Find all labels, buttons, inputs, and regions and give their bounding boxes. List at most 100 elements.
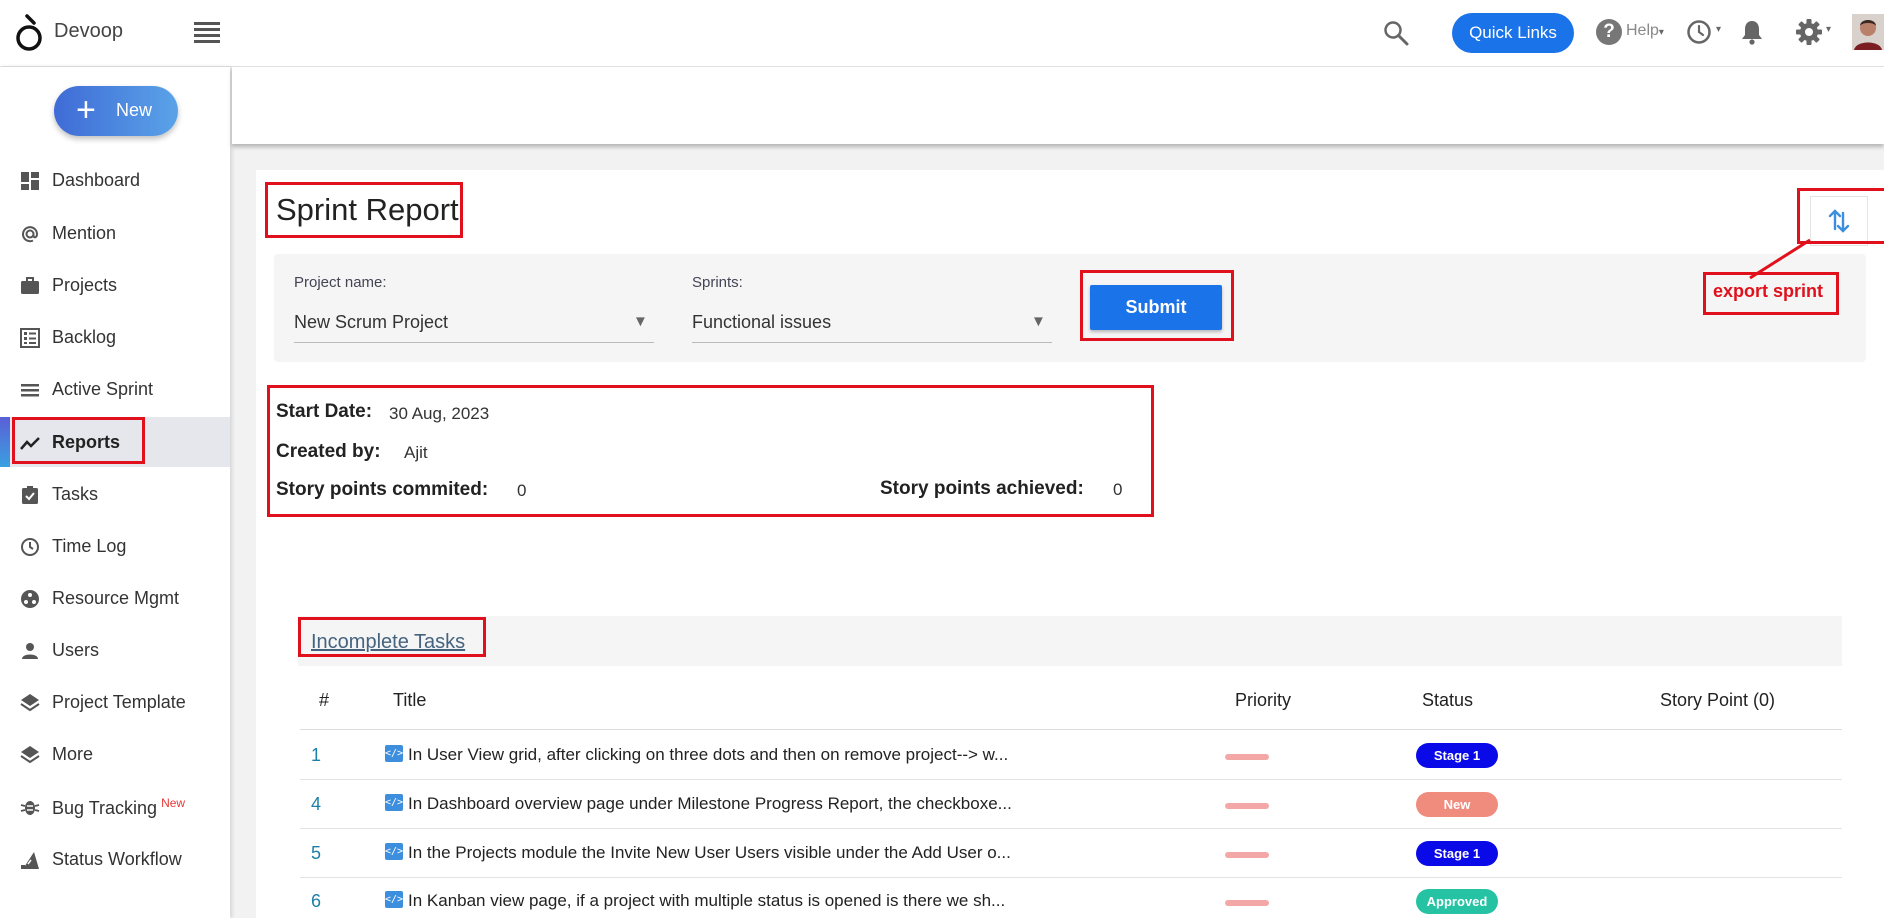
sidebar-item-active-sprint[interactable]: Active Sprint xyxy=(0,364,230,414)
task-number[interactable]: 6 xyxy=(311,891,321,912)
priority-indicator xyxy=(1225,900,1269,906)
project-name-select[interactable]: New Scrum Project xyxy=(294,312,448,333)
bug-icon xyxy=(20,801,40,815)
column-header-number: # xyxy=(319,690,330,710)
sidebar-item-label: Project Template xyxy=(52,692,186,712)
user-icon xyxy=(22,643,38,659)
sidebar-item-label: Status Workflow xyxy=(52,849,182,869)
sidebar-item-label: Active Sprint xyxy=(52,379,154,399)
chevron-down-icon[interactable]: ▼ xyxy=(1031,313,1046,330)
sidebar-item-project-template[interactable]: Project Template xyxy=(0,677,230,727)
task-title[interactable]: In the Projects module the Invite New Us… xyxy=(408,843,1011,863)
annotation-export-sprint-text: export sprint xyxy=(1713,281,1824,301)
brand-name: Devoop xyxy=(54,20,123,42)
priority-indicator xyxy=(1225,852,1269,858)
project-name-label: Project name: xyxy=(294,274,387,291)
clock-icon[interactable] xyxy=(1686,19,1712,45)
task-number[interactable]: 5 xyxy=(311,843,321,864)
task-number[interactable]: 4 xyxy=(311,794,321,815)
chevron-down-icon[interactable]: ▾ xyxy=(1716,24,1721,35)
column-header-priority: Priority xyxy=(1235,690,1292,710)
sidebar: + New Dashboard Mention Projects Backlog… xyxy=(0,67,230,918)
sidebar-item-label: Time Log xyxy=(52,536,127,556)
layers-icon xyxy=(20,694,40,712)
menu-toggle-icon[interactable] xyxy=(194,22,220,43)
sidebar-item-label: Projects xyxy=(52,275,118,295)
annotation-box-submit xyxy=(1080,270,1234,341)
sprints-label: Sprints: xyxy=(692,274,743,291)
annotation-box-incomplete-tasks xyxy=(298,617,486,657)
new-badge: New xyxy=(161,796,186,810)
help-menu[interactable]: Help▾ xyxy=(1626,22,1664,40)
avatar[interactable] xyxy=(1852,14,1884,50)
code-task-icon: </> xyxy=(385,891,403,908)
sidebar-item-mention[interactable]: Mention xyxy=(0,208,230,258)
chevron-down-icon[interactable]: ▾ xyxy=(1826,24,1831,35)
annotation-box-reports xyxy=(12,417,145,464)
priority-indicator xyxy=(1225,754,1269,760)
at-icon xyxy=(22,226,39,243)
plus-icon: + xyxy=(76,91,96,129)
top-bar: Devoop Quick Links ? Help▾ ▾ ▾ xyxy=(0,0,1884,67)
workflow-icon xyxy=(21,852,39,869)
column-header-status: Status xyxy=(1422,690,1474,710)
chevron-down-icon: ▾ xyxy=(1658,27,1664,38)
clipboard-check-icon xyxy=(22,486,38,504)
sidebar-item-label: Bug Tracking New xyxy=(52,796,185,819)
task-title[interactable]: In Kanban view page, if a project with m… xyxy=(408,891,1005,911)
sprints-select[interactable]: Functional issues xyxy=(692,312,831,333)
sidebar-item-label: Users xyxy=(52,640,100,660)
bug-tracking-label: Bug Tracking xyxy=(52,798,158,818)
dashboard-icon xyxy=(21,172,39,190)
backlog-icon xyxy=(20,328,40,348)
table-row[interactable]: 1 </> In User View grid, after clicking … xyxy=(300,731,1842,780)
task-number[interactable]: 1 xyxy=(311,745,321,766)
status-badge: New xyxy=(1416,792,1498,817)
help-label: Help xyxy=(1626,22,1659,39)
sidebar-item-more[interactable]: More xyxy=(0,729,230,779)
sidebar-item-label: Backlog xyxy=(52,327,117,347)
gear-icon[interactable] xyxy=(1794,17,1824,47)
status-badge: Stage 1 xyxy=(1416,841,1498,866)
code-task-icon: </> xyxy=(385,745,403,762)
sidebar-item-label: Dashboard xyxy=(52,170,141,190)
sidebar-item-time-log[interactable]: Time Log xyxy=(0,521,230,571)
sidebar-item-status-workflow[interactable]: Status Workflow xyxy=(0,834,230,884)
layers-icon xyxy=(20,746,40,764)
sidebar-item-tasks[interactable]: Tasks xyxy=(0,469,230,519)
task-title[interactable]: In User View grid, after clicking on thr… xyxy=(408,745,1008,765)
code-task-icon: </> xyxy=(385,843,403,860)
sidebar-item-resource-mgmt[interactable]: Resource Mgmt xyxy=(0,573,230,623)
sidebar-item-projects[interactable]: Projects xyxy=(0,260,230,310)
project-name-underline xyxy=(294,342,654,343)
clock-icon xyxy=(21,538,39,556)
resource-icon xyxy=(21,590,39,608)
page-header-panel xyxy=(232,67,1884,144)
table-row[interactable]: 4 </> In Dashboard overview page under M… xyxy=(300,780,1842,829)
sidebar-item-backlog[interactable]: Backlog xyxy=(0,312,230,362)
sidebar-item-label: More xyxy=(52,744,94,764)
chevron-down-icon[interactable]: ▼ xyxy=(633,313,648,330)
help-icon[interactable]: ? xyxy=(1596,19,1622,45)
bell-icon[interactable] xyxy=(1740,18,1764,46)
quick-links-button[interactable]: Quick Links xyxy=(1452,13,1574,53)
sidebar-item-bug-tracking[interactable]: Bug Tracking New xyxy=(0,781,230,831)
sprints-underline xyxy=(692,342,1052,343)
search-icon[interactable] xyxy=(1382,19,1410,47)
table-header-divider xyxy=(300,729,1842,730)
task-title[interactable]: In Dashboard overview page under Milesto… xyxy=(408,794,1012,814)
annotation-box-sprint-info xyxy=(267,385,1154,517)
new-button[interactable]: + New xyxy=(54,86,178,136)
filter-panel xyxy=(274,254,1866,362)
column-header-title: Title xyxy=(393,690,427,710)
table-row[interactable]: 5 </> In the Projects module the Invite … xyxy=(300,829,1842,878)
sidebar-item-dashboard[interactable]: Dashboard xyxy=(0,155,230,205)
briefcase-icon xyxy=(21,277,39,294)
status-badge: Stage 1 xyxy=(1416,743,1498,768)
status-badge: Approved xyxy=(1416,889,1498,914)
devoop-logo-icon[interactable] xyxy=(14,12,44,52)
table-row[interactable]: 6 </> In Kanban view page, if a project … xyxy=(300,877,1842,918)
sidebar-item-users[interactable]: Users xyxy=(0,625,230,675)
sidebar-item-label: Mention xyxy=(52,223,117,243)
incomplete-tasks-header xyxy=(298,616,1842,666)
